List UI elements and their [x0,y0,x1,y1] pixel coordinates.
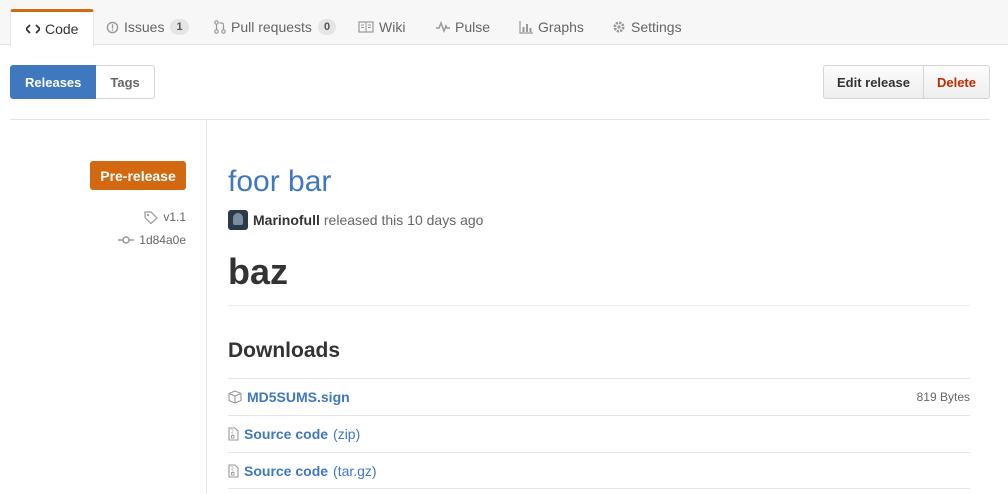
list-item: Source code (zip) [228,415,970,452]
gear-icon [612,20,626,34]
prerelease-badge: Pre-release [90,161,186,190]
releases-button[interactable]: Releases [10,65,97,99]
tab-pull-requests[interactable]: Pull requests 0 [214,9,337,45]
releases-subnav: Releases Tags [10,65,155,99]
download-link[interactable]: Source code [244,426,328,442]
tab-wiki-label: Wiki [379,19,406,35]
tab-graphs-label: Graphs [538,19,584,35]
release-commit-label: 1d84a0e [139,233,186,247]
release-byline: Marinofull released this 10 days ago [228,210,483,230]
repo-tab-bar: Code Issues 1 Pull requests 0 Wiki Pulse… [0,0,1008,46]
list-item: MD5SUMS.sign 819 Bytes [228,378,970,415]
download-ext[interactable]: (zip) [333,426,360,442]
graph-icon [519,20,533,34]
release-body-heading: baz [228,251,289,292]
pull-requests-counter: 0 [317,19,337,35]
package-icon [228,390,242,404]
tab-graphs[interactable]: Graphs [519,9,584,45]
download-ext[interactable]: (tar.gz) [333,463,377,479]
download-link[interactable]: MD5SUMS.sign [247,389,350,405]
commit-icon [118,235,135,245]
release-title[interactable]: foor bar [228,164,331,200]
release-tag-label: v1.1 [163,210,186,224]
code-icon [26,23,40,35]
tab-pull-requests-label: Pull requests [231,19,312,35]
downloads-list: MD5SUMS.sign 819 Bytes Source code (zip)… [228,378,970,489]
released-time-text: released this 10 days ago [323,212,484,228]
pull-request-icon [214,20,226,34]
author-link[interactable]: Marinofull [253,212,320,228]
tab-pulse-label: Pulse [455,19,491,35]
timeline-divider [206,120,207,494]
file-size: 819 Bytes [916,390,970,404]
tab-wiki[interactable]: Wiki [358,9,405,45]
issues-counter: 1 [170,19,189,35]
release-commit[interactable]: 1d84a0e [118,233,186,247]
divider [10,119,990,120]
tab-settings[interactable]: Settings [612,9,682,45]
tab-issues[interactable]: Issues 1 [106,9,189,45]
pulse-icon [436,21,450,33]
book-icon [358,21,374,33]
file-zip-icon [228,427,239,441]
issue-icon [106,21,119,34]
tag-icon [144,210,159,224]
tags-button[interactable]: Tags [96,65,155,99]
tab-issues-label: Issues [124,19,165,35]
file-zip-icon [228,463,239,478]
body-divider [228,305,970,306]
list-item: Source code (tar.gz) [228,452,970,489]
delete-release-button[interactable]: Delete [923,65,990,99]
release-tag[interactable]: v1.1 [144,210,186,224]
tab-pulse[interactable]: Pulse [436,9,490,45]
downloads-heading: Downloads [228,339,341,362]
tab-code[interactable]: Code [10,9,95,46]
release-actions: Edit release Delete [822,65,990,99]
tab-code-label: Code [45,21,79,37]
avatar[interactable] [228,210,248,230]
download-link[interactable]: Source code [244,463,328,479]
tab-settings-label: Settings [631,19,682,35]
edit-release-button[interactable]: Edit release [822,65,924,99]
